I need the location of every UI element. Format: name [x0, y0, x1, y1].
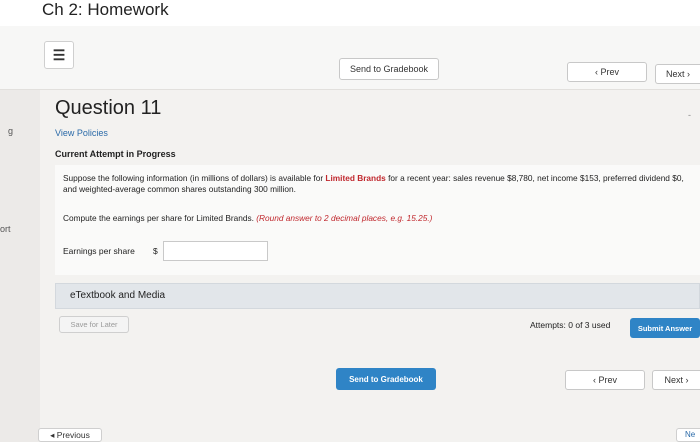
next-question-button[interactable]: Ne — [676, 428, 700, 442]
compute-instruction: Compute the earnings per share for Limit… — [63, 213, 433, 223]
previous-question-button[interactable]: ◂ Previous — [38, 428, 102, 442]
next-button[interactable]: Next › — [655, 64, 700, 84]
send-to-gradebook-bottom-button[interactable]: Send to Gradebook — [336, 368, 436, 390]
eps-label: Earnings per share — [63, 246, 135, 256]
view-policies-link[interactable]: View Policies — [55, 128, 108, 138]
sidebar-edge-text: g — [8, 126, 14, 136]
currency-symbol: $ — [153, 246, 158, 256]
prev-button[interactable]: ‹ Prev — [567, 62, 647, 82]
rounding-hint: (Round answer to 2 decimal places, e.g. … — [256, 213, 433, 223]
question-title: Question 11 — [55, 97, 162, 119]
save-for-later-button[interactable]: Save for Later — [59, 316, 129, 333]
send-to-gradebook-button[interactable]: Send to Gradebook — [339, 58, 439, 80]
eps-input[interactable] — [163, 241, 268, 261]
attempt-status: Current Attempt in Progress — [55, 149, 176, 159]
left-sidebar-edge: g ort — [0, 90, 40, 442]
question-text: Suppose the following information (in mi… — [63, 173, 684, 194]
title-bar: Ch 2: Homework — [0, 0, 700, 26]
page-title: Ch 2: Homework — [42, 0, 169, 19]
submit-answer-button[interactable]: Submit Answer — [630, 318, 700, 338]
company-name: Limited Brands — [325, 173, 386, 183]
sidebar-edge-text: ort — [0, 224, 11, 234]
prev-bottom-button[interactable]: ‹ Prev — [565, 370, 645, 390]
attempts-counter: Attempts: 0 of 3 used — [530, 320, 611, 330]
corner-mark: - — [688, 110, 691, 120]
etextbook-label: eTextbook and Media — [70, 290, 166, 301]
top-toolbar: ☰ Send to Gradebook ‹ Prev Next › — [0, 26, 700, 90]
menu-icon[interactable]: ☰ — [44, 41, 74, 69]
next-bottom-button[interactable]: Next › — [652, 370, 700, 390]
